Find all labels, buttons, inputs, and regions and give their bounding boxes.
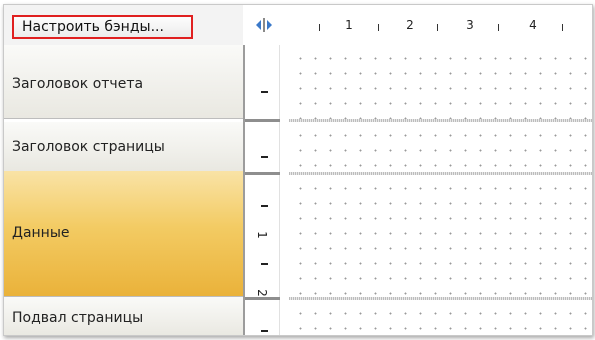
horizontal-ruler: 1 2 3 4	[280, 5, 592, 45]
vertical-ruler	[245, 300, 280, 335]
band-label: Заголовок отчета	[12, 76, 144, 92]
ruler-tick	[261, 91, 268, 93]
ruler-tick	[498, 24, 499, 31]
split-horizontal-icon[interactable]	[254, 17, 274, 33]
ruler-number: 4	[529, 18, 537, 32]
band-label: Подвал страницы	[12, 310, 144, 326]
ruler-number: 2	[254, 289, 269, 297]
band-label: Данные	[12, 225, 70, 241]
ruler-number: 3	[466, 18, 474, 32]
ruler-tick	[261, 330, 268, 332]
ruler-tick	[437, 24, 438, 31]
band-page-header[interactable]: Заголовок страницы	[4, 122, 243, 172]
band-page-footer[interactable]: Подвал страницы	[4, 297, 243, 335]
ruler-tick	[562, 24, 563, 31]
designer-toolbar: Настроить бэнды...	[4, 5, 243, 45]
ruler-tick	[378, 24, 379, 31]
page-footer-canvas[interactable]	[289, 300, 592, 335]
ruler-tick	[261, 205, 268, 207]
band-data[interactable]: Данные	[4, 171, 243, 297]
data-canvas[interactable]	[289, 175, 592, 297]
vertical-ruler	[245, 45, 280, 119]
ruler-tick	[261, 263, 268, 265]
report-header-canvas[interactable]	[289, 45, 592, 119]
band-label: Заголовок страницы	[12, 139, 165, 155]
ruler-number: 2	[406, 18, 414, 32]
band-report-header[interactable]: Заголовок отчета	[4, 45, 243, 119]
report-designer: Настроить бэнды... 1 2 3 4 Заголовок отч…	[3, 4, 593, 336]
ruler-tick	[319, 24, 320, 31]
ruler-number: 1	[345, 18, 353, 32]
vertical-ruler: 1 2	[245, 175, 280, 297]
vertical-ruler	[245, 122, 280, 172]
ruler-tick	[261, 156, 268, 158]
ruler-number: 1	[254, 231, 269, 239]
configure-bands-button[interactable]: Настроить бэнды...	[12, 15, 193, 39]
page-header-canvas[interactable]	[289, 122, 592, 172]
